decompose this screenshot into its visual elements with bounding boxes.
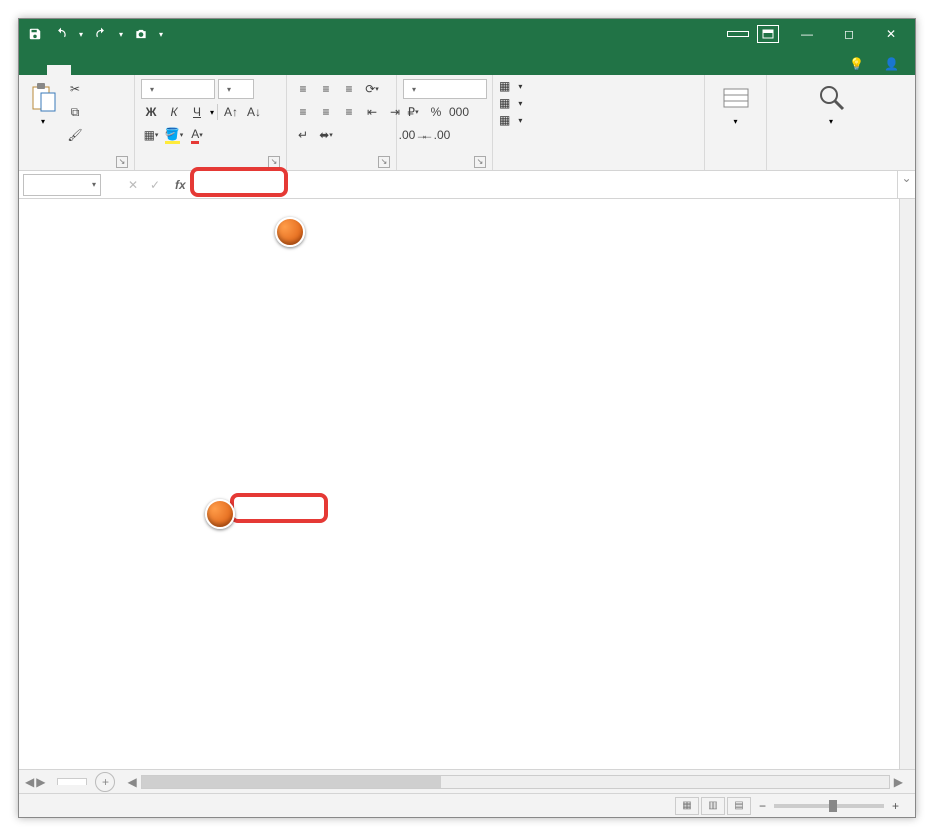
- tab-file[interactable]: [23, 65, 47, 75]
- zoom-slider[interactable]: [774, 804, 884, 808]
- close-button[interactable]: ✕: [871, 20, 911, 48]
- redo-dropdown-icon[interactable]: ▾: [115, 22, 127, 46]
- grow-font-icon[interactable]: A↑: [221, 102, 241, 122]
- sheet-tab-1[interactable]: [57, 778, 87, 785]
- horizontal-scrollbar[interactable]: ◀▶: [123, 775, 907, 789]
- undo-icon[interactable]: [49, 22, 73, 46]
- paste-button[interactable]: ▾: [25, 79, 61, 128]
- minimize-button[interactable]: —: [787, 20, 827, 48]
- sign-in-button[interactable]: [727, 31, 749, 37]
- ribbon-tabs: 💡 👤: [19, 49, 915, 75]
- align-center-icon[interactable]: ≡: [316, 102, 336, 122]
- normal-view-icon[interactable]: ▦: [675, 797, 699, 815]
- zoom-in-button[interactable]: +: [892, 799, 899, 813]
- ribbon: ▾ ✂ ⧉ 🖌 ↘ ▾ ▾ Ж К Ч ▾: [19, 75, 915, 171]
- sheet-tab-bar: ◀ ▶ + ◀▶: [19, 769, 915, 793]
- conditional-formatting-button[interactable]: ▦ ▾: [499, 79, 522, 93]
- wrap-text-icon[interactable]: ↵: [293, 125, 313, 145]
- clipboard-dialog-icon[interactable]: ↘: [116, 156, 128, 168]
- formula-input[interactable]: [198, 171, 897, 198]
- tab-help[interactable]: [215, 65, 239, 75]
- underline-button[interactable]: Ч: [187, 102, 207, 122]
- cells-button[interactable]: ▾: [718, 79, 754, 128]
- cut-icon[interactable]: ✂: [65, 79, 85, 99]
- merge-button[interactable]: ⬌▾: [316, 125, 336, 145]
- tab-data[interactable]: [143, 65, 167, 75]
- align-right-icon[interactable]: ≡: [339, 102, 359, 122]
- share-button[interactable]: 👤: [878, 53, 909, 75]
- increase-decimal-icon[interactable]: .00→: [403, 125, 423, 145]
- align-top-icon[interactable]: ≡: [293, 79, 313, 99]
- align-dialog-icon[interactable]: ↘: [378, 156, 390, 168]
- zoom-out-button[interactable]: −: [759, 799, 766, 813]
- tab-review[interactable]: [167, 65, 191, 75]
- maximize-button[interactable]: ◻: [829, 20, 869, 48]
- font-color-button[interactable]: A▾: [187, 125, 207, 145]
- copy-icon[interactable]: ⧉: [65, 102, 85, 122]
- format-as-table-button[interactable]: ▦ ▾: [499, 96, 522, 110]
- fx-icon[interactable]: fx: [167, 178, 194, 192]
- tab-view[interactable]: [191, 65, 215, 75]
- editing-button[interactable]: ▾: [813, 79, 849, 128]
- quick-access-toolbar: ▾ ▾ ▾: [23, 22, 167, 46]
- bold-button[interactable]: Ж: [141, 102, 161, 122]
- save-icon[interactable]: [23, 22, 47, 46]
- enter-icon[interactable]: ✓: [145, 175, 165, 195]
- format-painter-icon[interactable]: 🖌: [65, 125, 85, 145]
- camera-icon[interactable]: [129, 22, 153, 46]
- cell-styles-button[interactable]: ▦ ▾: [499, 113, 522, 127]
- spreadsheet-grid[interactable]: [19, 199, 915, 769]
- fill-color-button[interactable]: 🪣▾: [164, 125, 184, 145]
- expand-formula-bar-icon[interactable]: ⌄: [897, 171, 915, 198]
- font-size-combo[interactable]: ▾: [218, 79, 254, 99]
- bulb-icon: 💡: [849, 57, 864, 71]
- status-bar: ▦ ▥ ▤ − +: [19, 793, 915, 817]
- tab-page-layout[interactable]: [95, 65, 119, 75]
- formula-value: [198, 171, 274, 179]
- annotation-marker-2: [275, 217, 305, 247]
- share-icon: 👤: [884, 57, 899, 71]
- number-dialog-icon[interactable]: ↘: [474, 156, 486, 168]
- title-bar: ▾ ▾ ▾ — ◻ ✕: [19, 19, 915, 49]
- font-name-combo[interactable]: ▾: [141, 79, 215, 99]
- undo-dropdown-icon[interactable]: ▾: [75, 22, 87, 46]
- ribbon-display-icon[interactable]: [757, 25, 779, 43]
- sheet-nav-prev-icon[interactable]: ◀: [25, 775, 34, 789]
- comma-icon[interactable]: 000: [449, 102, 469, 122]
- name-box[interactable]: ▾: [23, 174, 101, 196]
- align-bottom-icon[interactable]: ≡: [339, 79, 359, 99]
- italic-button[interactable]: К: [164, 102, 184, 122]
- align-middle-icon[interactable]: ≡: [316, 79, 336, 99]
- tab-home[interactable]: [47, 65, 71, 75]
- vertical-scrollbar[interactable]: [899, 199, 915, 769]
- redo-icon[interactable]: [89, 22, 113, 46]
- orientation-icon[interactable]: ⟳▾: [362, 79, 382, 99]
- tab-insert[interactable]: [71, 65, 95, 75]
- accounting-format-icon[interactable]: ₽▾: [403, 102, 423, 122]
- annotation-marker-1: [205, 499, 235, 529]
- page-layout-view-icon[interactable]: ▥: [701, 797, 725, 815]
- sheet-nav-next-icon[interactable]: ▶: [36, 775, 45, 789]
- add-sheet-button[interactable]: +: [95, 772, 115, 792]
- annotation-rect-cell: [230, 493, 328, 523]
- tell-me-button[interactable]: 💡: [843, 53, 874, 75]
- number-format-combo[interactable]: ▾: [403, 79, 487, 99]
- decrease-decimal-icon[interactable]: ←.00: [426, 125, 446, 145]
- shrink-font-icon[interactable]: A↓: [244, 102, 264, 122]
- tab-formulas[interactable]: [119, 65, 143, 75]
- indent-dec-icon[interactable]: ⇤: [362, 102, 382, 122]
- cancel-icon[interactable]: ✕: [123, 175, 143, 195]
- align-left-icon[interactable]: ≡: [293, 102, 313, 122]
- formula-bar: ▾ ✕ ✓ fx ⌄: [19, 171, 915, 199]
- borders-button[interactable]: ▦▾: [141, 125, 161, 145]
- page-break-view-icon[interactable]: ▤: [727, 797, 751, 815]
- qat-customize-icon[interactable]: ▾: [155, 22, 167, 46]
- percent-icon[interactable]: %: [426, 102, 446, 122]
- font-dialog-icon[interactable]: ↘: [268, 156, 280, 168]
